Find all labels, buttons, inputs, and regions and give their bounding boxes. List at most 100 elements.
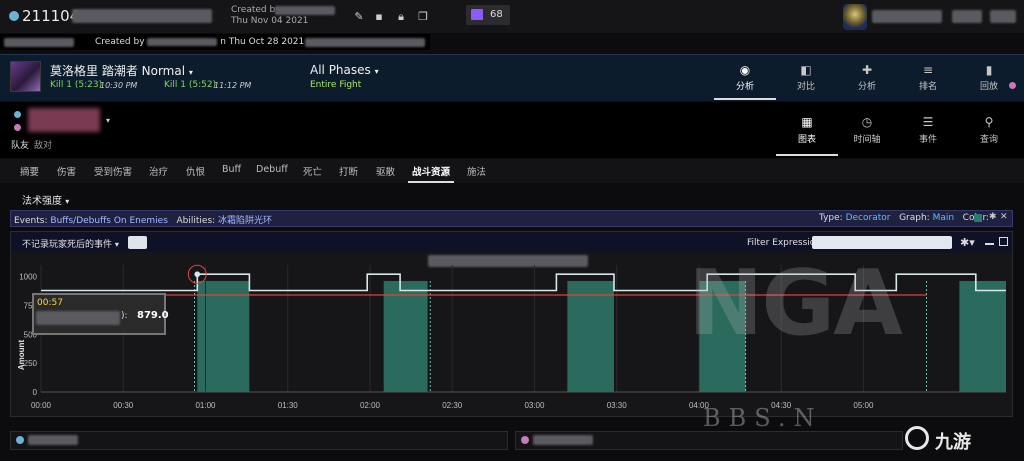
- chevron-down-icon[interactable]: ▾: [106, 116, 110, 125]
- redacted-guild-name: [872, 10, 942, 23]
- chevron-down-icon: ▾: [114, 240, 119, 249]
- graph-label: Graph:: [899, 213, 930, 223]
- tab-interrupts[interactable]: 打断: [339, 164, 358, 178]
- tab-damage-done[interactable]: 伤害: [57, 164, 76, 178]
- view-tab-charts[interactable]: ▦ 图表: [776, 110, 838, 156]
- death-filter-label: 不记录玩家死后的事件: [22, 240, 113, 250]
- kill1-time: 10:30 PM: [100, 81, 138, 90]
- chevron-down-icon: ▾: [188, 68, 193, 77]
- nav-tab-label: 排名: [918, 82, 937, 92]
- abilities-value[interactable]: 冰霜陷阱光环: [218, 216, 272, 226]
- pin-icon: ⚲: [984, 115, 994, 129]
- nav-tab-label: 分析: [857, 82, 876, 92]
- chevron-down-icon: ▾: [65, 197, 70, 206]
- report-id: 211104: [22, 7, 80, 25]
- tab-threat[interactable]: 仇恨: [186, 164, 205, 178]
- death-filter-dropdown[interactable]: 不记录玩家死后的事件 ▾: [22, 237, 119, 250]
- tab-damage-taken[interactable]: 受到伤害: [94, 164, 132, 178]
- redacted-report-title: [72, 9, 212, 23]
- x-tick-label: 02:00: [360, 401, 381, 410]
- status-dot-icon: [9, 11, 19, 21]
- view-tab-query[interactable]: ⚲ 查询: [958, 110, 1020, 156]
- graph-value[interactable]: Main: [933, 213, 955, 223]
- bottom-panel-left: [10, 431, 508, 450]
- x-tick-label: 01:30: [278, 401, 299, 410]
- twitch-icon: [471, 9, 483, 20]
- settings-gear-icon[interactable]: ✱▾: [960, 236, 975, 249]
- maximize-icon[interactable]: [999, 237, 1008, 246]
- x-tick-label: 02:30: [442, 401, 463, 410]
- redacted-tooltip-label: [36, 311, 120, 325]
- y-axis-label: Amount: [17, 340, 26, 371]
- watermark-jiuyou: 九游: [935, 432, 971, 453]
- aura-band: [383, 281, 428, 392]
- friendly-toggle[interactable]: 队友: [11, 138, 29, 151]
- graph-type-info: Type: Decorator Graph: Main Color:: [819, 213, 989, 223]
- kill2-label[interactable]: Kill 1 (5:52): [164, 80, 216, 90]
- nav-tab-compare[interactable]: ◧ 对比: [775, 58, 837, 100]
- type-label: Type:: [819, 213, 843, 223]
- gear-icon[interactable]: ✱: [989, 212, 997, 222]
- pencil-icon[interactable]: ✎: [353, 10, 365, 23]
- replay-icon: ▮: [985, 63, 993, 77]
- aura-band: [959, 281, 1006, 392]
- lock-icon[interactable]: 🔒︎: [395, 10, 407, 23]
- fight-selector[interactable]: 莫洛格里 踏潮者 Normal ▾: [50, 62, 193, 79]
- spell-power-dropdown[interactable]: 法术强度 ▾: [22, 192, 69, 207]
- events-label: Events:: [14, 216, 48, 226]
- tab-summary[interactable]: 摘要: [20, 164, 39, 178]
- tooltip-suffix: ):: [121, 311, 128, 321]
- watermark-bbs: BBS.N: [703, 404, 823, 432]
- phase-selector[interactable]: All Phases ▾: [310, 63, 379, 77]
- type-value[interactable]: Decorator: [846, 213, 891, 223]
- redacted-left: [4, 38, 74, 47]
- tooltip-value: 879.0: [137, 310, 169, 321]
- nav-tab-replay[interactable]: ▮ 回放: [958, 58, 1020, 100]
- x-tick-label: 00:00: [31, 401, 52, 410]
- view-tab-timeline[interactable]: ◷ 时间轴: [836, 110, 898, 156]
- nav-tab-analyze[interactable]: ◉ 分析: [714, 58, 776, 100]
- trash-icon[interactable]: ▪: [373, 10, 385, 23]
- redacted-right: [305, 38, 425, 47]
- nav-tab-analyzer[interactable]: ✚ 分析: [836, 58, 898, 100]
- copy-icon[interactable]: ❐: [417, 10, 429, 23]
- nav-tab-label: 回放: [979, 82, 998, 92]
- phase-value: Entire Fight: [310, 80, 362, 90]
- events-info: Events: Buffs/Debuffs On Enemies Abiliti…: [14, 213, 272, 226]
- tooltip-time: 00:57: [37, 298, 63, 308]
- player-selector[interactable]: [28, 108, 100, 132]
- minimize-icon[interactable]: [985, 243, 994, 245]
- kill1-label[interactable]: Kill 1 (5:23): [50, 80, 102, 90]
- tab-debuffs[interactable]: Debuff: [256, 164, 288, 175]
- list-icon: ☰: [922, 115, 934, 129]
- enemy-dot-icon: [521, 436, 529, 444]
- filter-expression-input[interactable]: [812, 236, 952, 249]
- tab-resources[interactable]: 战斗资源: [412, 164, 450, 178]
- redacted-creator: [147, 37, 218, 46]
- kill2-time: 11:12 PM: [214, 81, 252, 90]
- redacted-user: [990, 10, 1016, 23]
- enemy-dot-icon: [14, 124, 21, 131]
- close-icon[interactable]: ✕: [1000, 212, 1008, 222]
- tab-healing[interactable]: 治疗: [149, 164, 168, 178]
- tab-dispels[interactable]: 驱散: [376, 164, 395, 178]
- rankings-icon: ≡: [922, 63, 934, 77]
- guild-logo-icon[interactable]: [843, 4, 867, 30]
- events-value[interactable]: Buffs/Debuffs On Enemies: [50, 216, 168, 226]
- x-tick-label: 00:30: [113, 401, 134, 410]
- enemy-toggle[interactable]: 敌对: [34, 138, 52, 151]
- redacted-left-panel-title: [28, 435, 78, 445]
- color-swatch[interactable]: [974, 214, 982, 222]
- compare-icon: ◧: [800, 63, 812, 77]
- replay-badge: [1009, 82, 1016, 89]
- view-tab-events[interactable]: ☰ 事件: [897, 110, 959, 156]
- tab-buffs[interactable]: Buff: [222, 164, 241, 175]
- tab-casts[interactable]: 施法: [467, 164, 486, 178]
- x-tick-label: 03:00: [524, 401, 545, 410]
- tab-deaths[interactable]: 死亡: [303, 164, 322, 178]
- twitch-count: 68: [490, 9, 503, 20]
- toggle-button[interactable]: [128, 236, 147, 249]
- nav-tab-rankings[interactable]: ≡ 排名: [897, 58, 959, 100]
- jiuyou-logo-icon: [905, 426, 929, 450]
- abilities-label: Abilities:: [176, 216, 216, 226]
